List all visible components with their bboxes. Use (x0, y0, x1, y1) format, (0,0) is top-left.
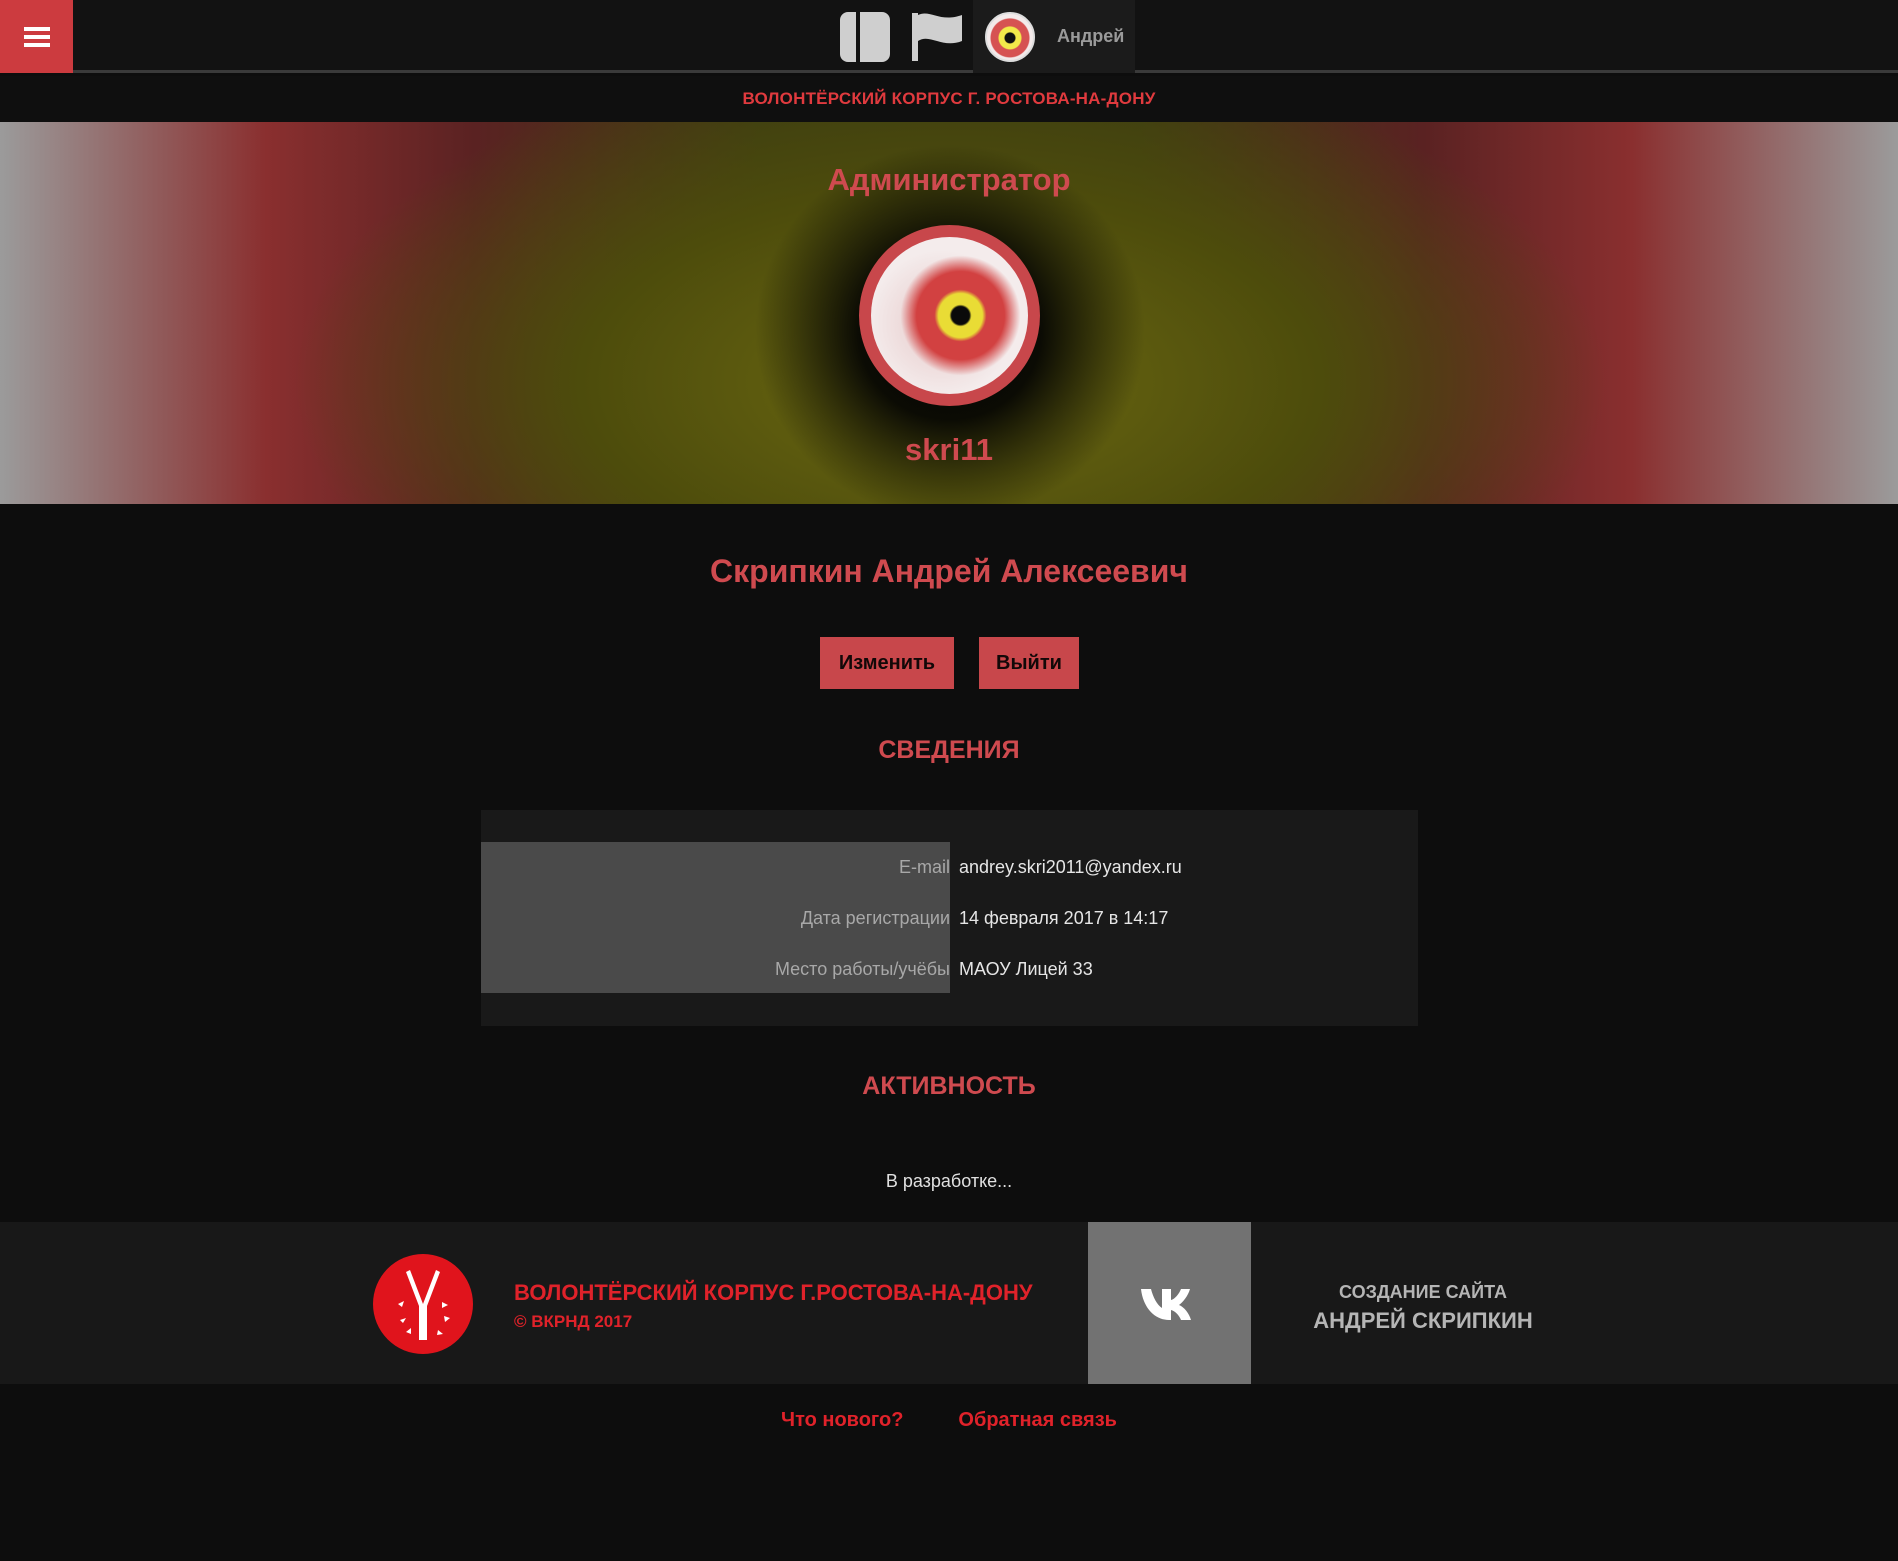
site-credit-title: СОЗДАНИЕ САЙТА (1339, 1282, 1507, 1302)
org-title: ВОЛОНТЁРСКИЙ КОРПУС Г. РОСТОВА-НА-ДОНУ (742, 89, 1156, 108)
user-role: Администратор (827, 162, 1071, 197)
vk-link[interactable] (1088, 1222, 1251, 1384)
hamburger-icon (23, 26, 50, 47)
footer: ВОЛОНТЁРСКИЙ КОРПУС Г.РОСТОВА-НА-ДОНУ © … (0, 1222, 1898, 1384)
user-name: Андрей (1057, 26, 1125, 46)
nav-flag-button[interactable] (907, 0, 967, 73)
activity-note: В разработке... (885, 1171, 1013, 1191)
top-nav: Андрей (835, 0, 1135, 73)
org-title-bar: ВОЛОНТЁРСКИЙ КОРПУС Г. РОСТОВА-НА-ДОНУ (0, 76, 1898, 122)
info-section-title: СВЕДЕНИЯ (878, 736, 1020, 764)
footer-org-name: ВОЛОНТЁРСКИЙ КОРПУС Г.РОСТОВА-НА-ДОНУ (514, 1280, 1033, 1305)
vk-icon (1140, 1289, 1191, 1320)
nav-layout-button[interactable] (835, 0, 895, 73)
avatar-image (871, 237, 1028, 394)
logout-button[interactable]: Выйти (979, 637, 1079, 689)
workplace-value: МАОУ Лицей 33 (959, 959, 1093, 979)
site-credit-name: АНДРЕЙ СКРИПКИН (1313, 1308, 1533, 1333)
info-panel: E-mail andrey.skri2011@yandex.ru Дата ре… (481, 810, 1418, 1026)
whats-new-link[interactable]: Что нового? (781, 1409, 903, 1432)
user-login: skri11 (905, 432, 993, 467)
edit-profile-button[interactable]: Изменить (820, 637, 954, 689)
avatar (985, 11, 1035, 62)
footer-copyright: © ВКРНД 2017 (514, 1312, 633, 1331)
workplace-label: Место работы/учёбы (774, 959, 950, 979)
user-full-name: Скрипкин Андрей Алексеевич (710, 553, 1188, 589)
flag-icon (912, 12, 962, 61)
registration-date-value: 14 февраля 2017 в 14:17 (959, 908, 1169, 928)
feedback-link[interactable]: Обратная связь (958, 1409, 1117, 1432)
user-menu[interactable]: Андрей (973, 0, 1135, 73)
activity-section-title: АКТИВНОСТЬ (862, 1072, 1036, 1100)
org-logo-icon (398, 1270, 450, 1340)
bottom-links: Что нового? Обратная связь (0, 1409, 1898, 1432)
menu-button[interactable] (0, 0, 73, 73)
profile-hero: Администратор skri11 (0, 122, 1898, 504)
top-bar: Андрей (0, 0, 1898, 73)
email-value: andrey.skri2011@yandex.ru (959, 857, 1182, 877)
org-logo (373, 1254, 473, 1354)
email-label: E-mail (898, 857, 950, 877)
profile-avatar (859, 225, 1040, 406)
layout-icon (840, 11, 890, 62)
registration-date-label: Дата регистрации (800, 908, 950, 928)
